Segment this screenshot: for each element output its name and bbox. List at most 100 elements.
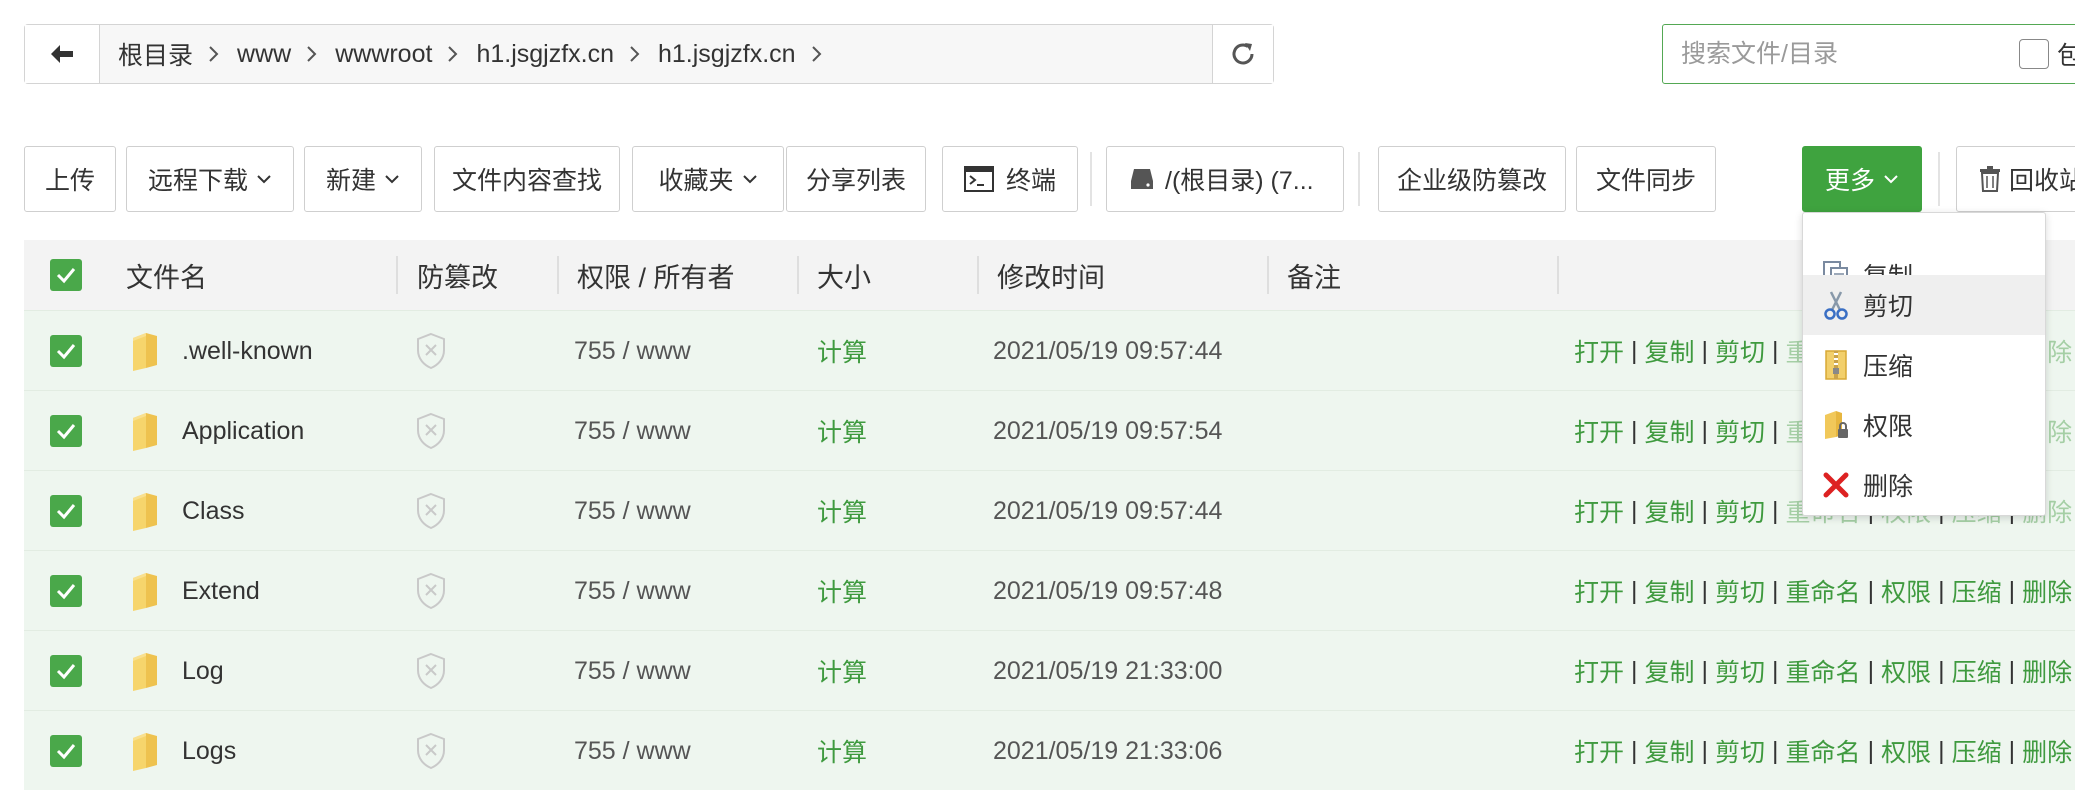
new-button[interactable]: 新建 [304, 146, 422, 212]
row-action-zip[interactable]: 压缩 [1952, 573, 2002, 609]
crumb-label[interactable]: h1.jsgjzfx.cn [654, 40, 800, 69]
row-action-copy[interactable]: 复制 [1645, 413, 1695, 449]
row-action-zip[interactable]: 压缩 [1952, 733, 2002, 769]
size-calc-link[interactable]: 计算 [817, 391, 867, 471]
table-row[interactable]: Application 755 / www 计算 2021/05/19 09:5… [24, 390, 2075, 470]
file-sync-button[interactable]: 文件同步 [1576, 146, 1716, 212]
upload-button[interactable]: 上传 [24, 146, 116, 212]
row-action-zip[interactable]: 压缩 [1952, 653, 2002, 689]
row-action-rename[interactable]: 重命名 [1786, 733, 1861, 769]
tamper-button[interactable]: 企业级防篡改 [1378, 146, 1566, 212]
file-name[interactable]: Log [182, 631, 224, 711]
row-action-perm[interactable]: 权限 [1881, 573, 1931, 609]
header-name[interactable]: 文件名 [126, 240, 207, 310]
file-name[interactable]: Logs [182, 711, 236, 791]
shield-icon[interactable] [414, 631, 448, 711]
row-checkbox[interactable] [50, 631, 82, 711]
terminal-button[interactable]: 终端 [942, 146, 1078, 212]
row-checkbox[interactable] [50, 551, 82, 631]
favorites-button[interactable]: 收藏夹 [632, 146, 784, 212]
file-name[interactable]: Class [182, 471, 245, 551]
select-all-checkbox[interactable] [50, 240, 82, 310]
header-mtime[interactable]: 修改时间 [997, 240, 1105, 310]
row-action-cut[interactable]: 剪切 [1715, 413, 1765, 449]
disk-button[interactable]: /(根目录) (7... [1106, 146, 1344, 212]
row-action-open[interactable]: 打开 [1574, 573, 1624, 609]
crumb-site-2[interactable]: h1.jsgjzfx.cn [654, 40, 836, 69]
row-action-cut[interactable]: 剪切 [1715, 493, 1765, 529]
row-action-del[interactable]: 删除 [2022, 653, 2072, 689]
row-action-cut[interactable]: 剪切 [1715, 653, 1765, 689]
share-list-button[interactable]: 分享列表 [786, 146, 926, 212]
row-action-cut[interactable]: 剪切 [1715, 733, 1765, 769]
size-calc-link[interactable]: 计算 [817, 551, 867, 631]
row-action-del[interactable]: 删除 [2022, 573, 2072, 609]
size-calc-link[interactable]: 计算 [817, 311, 867, 391]
crumb-site[interactable]: h1.jsgjzfx.cn [472, 40, 654, 69]
row-action-copy[interactable]: 复制 [1645, 733, 1695, 769]
back-button[interactable] [25, 25, 100, 83]
row-checkbox[interactable] [50, 391, 82, 471]
table-row[interactable]: Logs 755 / www 计算 2021/05/19 21:33:06 打开… [24, 710, 2075, 790]
crumb-root[interactable]: 根目录 [114, 36, 233, 72]
crumb-www[interactable]: www [233, 40, 331, 69]
header-size[interactable]: 大小 [817, 240, 871, 310]
permission-owner[interactable]: 755 / www [574, 471, 691, 551]
shield-icon[interactable] [414, 311, 448, 391]
table-row[interactable]: Extend 755 / www 计算 2021/05/19 09:57:48 … [24, 550, 2075, 630]
row-action-copy[interactable]: 复制 [1645, 653, 1695, 689]
more-button[interactable]: 更多 [1802, 146, 1922, 212]
permission-owner[interactable]: 755 / www [574, 551, 691, 631]
row-action-open[interactable]: 打开 [1574, 733, 1624, 769]
row-action-open[interactable]: 打开 [1574, 413, 1624, 449]
row-action-copy[interactable]: 复制 [1645, 573, 1695, 609]
row-action-cut[interactable]: 剪切 [1715, 333, 1765, 369]
size-calc-link[interactable]: 计算 [817, 631, 867, 711]
row-action-copy[interactable]: 复制 [1645, 333, 1695, 369]
file-name[interactable]: Extend [182, 551, 260, 631]
row-action-rename[interactable]: 重命名 [1786, 573, 1861, 609]
shield-icon[interactable] [414, 551, 448, 631]
table-row[interactable]: Class 755 / www 计算 2021/05/19 09:57:44 打… [24, 470, 2075, 550]
table-row[interactable]: Log 755 / www 计算 2021/05/19 21:33:00 打开 |… [24, 630, 2075, 710]
row-action-del[interactable]: 删除 [2022, 733, 2072, 769]
size-calc-link[interactable]: 计算 [817, 711, 867, 791]
row-action-open[interactable]: 打开 [1574, 653, 1624, 689]
row-action-open[interactable]: 打开 [1574, 493, 1624, 529]
row-action-copy[interactable]: 复制 [1645, 493, 1695, 529]
crumb-wwwroot[interactable]: wwwroot [331, 40, 472, 69]
permission-owner[interactable]: 755 / www [574, 711, 691, 791]
crumb-label[interactable]: www [233, 40, 295, 69]
menu-item-cut[interactable]: 剪切 [1803, 275, 2045, 335]
permission-owner[interactable]: 755 / www [574, 311, 691, 391]
remote-download-button[interactable]: 远程下载 [126, 146, 294, 212]
row-checkbox[interactable] [50, 471, 82, 551]
crumb-label[interactable]: wwwroot [331, 40, 436, 69]
shield-icon[interactable] [414, 471, 448, 551]
shield-icon[interactable] [414, 711, 448, 791]
crumb-label[interactable]: h1.jsgjzfx.cn [472, 40, 618, 69]
row-action-perm[interactable]: 权限 [1881, 733, 1931, 769]
recycle-bin-button[interactable]: 回收站 [1956, 146, 2075, 212]
file-name[interactable]: Application [182, 391, 304, 471]
permission-owner[interactable]: 755 / www [574, 631, 691, 711]
crumb-label[interactable]: 根目录 [114, 36, 197, 72]
refresh-button[interactable] [1212, 25, 1273, 83]
search-input[interactable] [1679, 38, 2013, 70]
size-calc-link[interactable]: 计算 [817, 471, 867, 551]
row-checkbox[interactable] [50, 711, 82, 791]
shield-icon[interactable] [414, 391, 448, 471]
row-checkbox[interactable] [50, 311, 82, 391]
row-action-perm[interactable]: 权限 [1881, 653, 1931, 689]
menu-item-delete[interactable]: 删除 [1803, 455, 2045, 515]
row-action-rename[interactable]: 重命名 [1786, 653, 1861, 689]
content-search-button[interactable]: 文件内容查找 [434, 146, 620, 212]
row-action-cut[interactable]: 剪切 [1715, 573, 1765, 609]
permission-owner[interactable]: 755 / www [574, 391, 691, 471]
menu-item-zip[interactable]: 压缩 [1803, 335, 2045, 395]
table-row[interactable]: .well-known 755 / www 计算 2021/05/19 09:5… [24, 310, 2075, 390]
include-subdir-checkbox[interactable] [2019, 39, 2049, 69]
menu-item-permission[interactable]: 权限 [1803, 395, 2045, 455]
row-action-open[interactable]: 打开 [1574, 333, 1624, 369]
file-name[interactable]: .well-known [182, 311, 313, 391]
